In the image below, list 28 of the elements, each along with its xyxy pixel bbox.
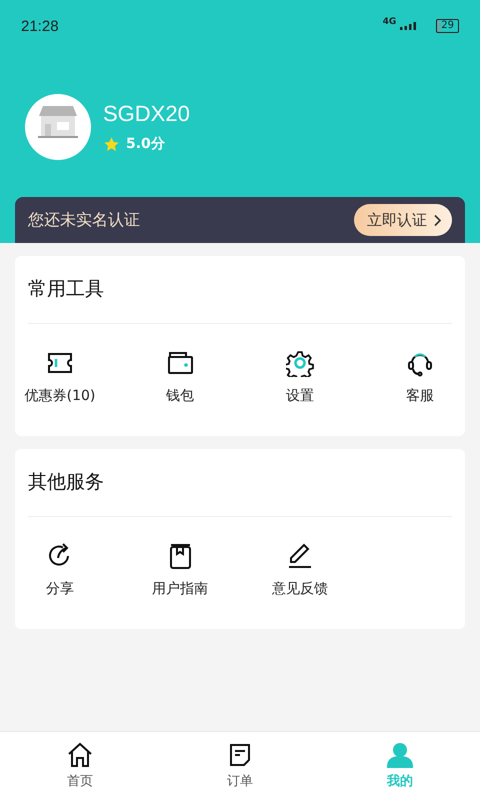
tool-item[interactable]: 分享: [0, 542, 120, 598]
status-time: 21:28: [21, 18, 59, 34]
section-title: 其他服务: [28, 449, 452, 517]
verify-notice: 您还未实名认证: [28, 210, 140, 230]
tool-item[interactable]: 客服: [360, 349, 480, 405]
section-title: 常用工具: [28, 256, 452, 324]
tool-item[interactable]: 设置: [240, 349, 360, 405]
nav-tab[interactable]: 首页: [0, 732, 160, 800]
store-avatar: [25, 94, 91, 160]
home-icon: [67, 742, 93, 768]
tool-item[interactable]: 优惠券(10): [0, 349, 120, 405]
network-label: 4G: [382, 17, 396, 27]
settings-icon: [286, 349, 314, 377]
battery-indicator: 29: [436, 19, 459, 33]
tool-item[interactable]: 意见反馈: [240, 542, 360, 598]
tool-item[interactable]: 用户指南: [120, 542, 240, 598]
star-icon: [103, 136, 120, 152]
person-icon: [387, 742, 413, 768]
chevron-icon: [433, 214, 442, 226]
store-name: SGDX20: [103, 101, 190, 127]
signal-icon: [400, 22, 416, 30]
wallet-icon: [166, 349, 194, 377]
tool-item[interactable]: 钱包: [120, 349, 240, 405]
verify-button[interactable]: 立即认证: [354, 204, 452, 236]
pencil-icon: [286, 542, 314, 570]
nav-tab[interactable]: 订单: [160, 732, 320, 800]
rating-score: 5.0分: [126, 135, 165, 153]
document-icon: [227, 742, 253, 768]
